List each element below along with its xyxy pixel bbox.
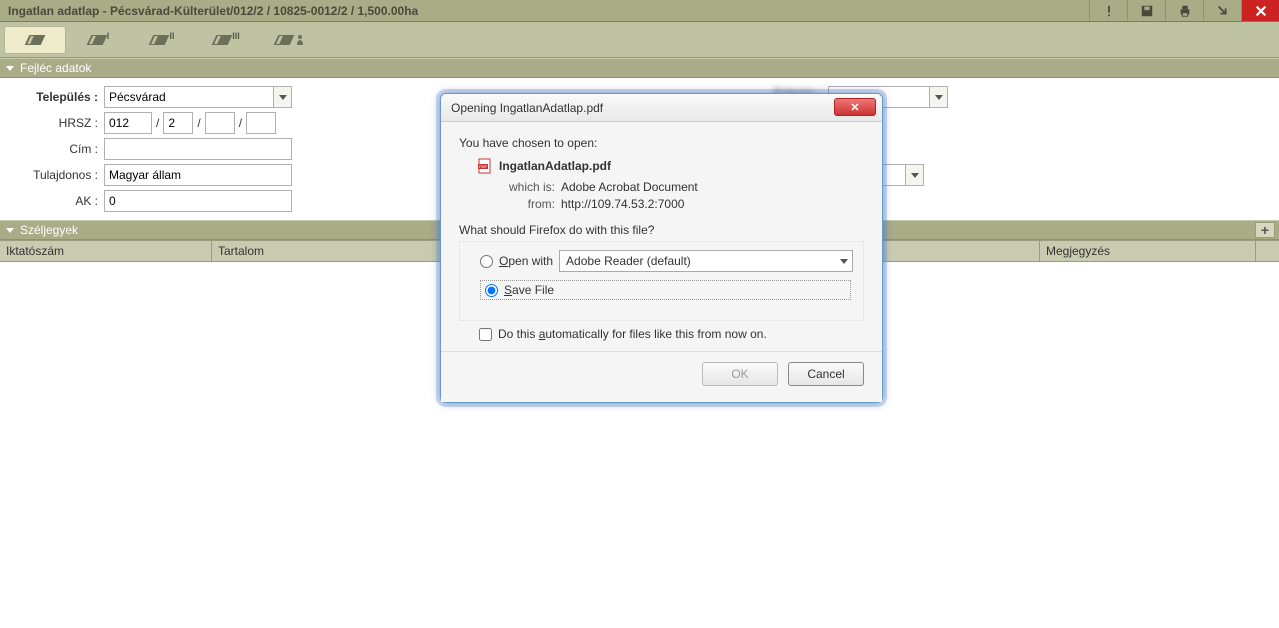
ak-input[interactable] <box>104 190 292 212</box>
label-ak: AK : <box>0 194 104 208</box>
chosen-text: You have chosen to open: <box>459 136 864 150</box>
arrow-down-right-icon[interactable] <box>1203 0 1241 21</box>
tulajdonos-input[interactable] <box>104 164 292 186</box>
hrsz-4[interactable] <box>246 112 276 134</box>
print-icon[interactable] <box>1165 0 1203 21</box>
ok-button[interactable]: OK <box>702 362 778 386</box>
label-tulajdonos: Tulajdonos : <box>0 168 104 182</box>
which-is-value: Adobe Acrobat Document <box>561 180 698 194</box>
pdf-icon: PDF <box>477 158 493 174</box>
from-label: from: <box>499 197 555 211</box>
telepules-input[interactable] <box>104 86 274 108</box>
auto-checkbox[interactable] <box>479 328 492 341</box>
what-should-text: What should Firefox do with this file? <box>459 223 864 237</box>
window-title-bar: Ingatlan adatlap - Pécsvárad-Külterület/… <box>0 0 1279 22</box>
collapse-icon <box>6 228 14 233</box>
section-header-fejlec[interactable]: Fejléc adatok <box>0 58 1279 78</box>
open-with-radio[interactable] <box>480 255 493 268</box>
hrsz-3[interactable] <box>205 112 235 134</box>
tab-5[interactable] <box>260 26 322 54</box>
window-title: Ingatlan adatlap - Pécsvárad-Külterület/… <box>8 4 418 18</box>
app-select[interactable]: Adobe Reader (default) <box>559 250 853 272</box>
col-iktatoszam[interactable]: Iktatószám <box>0 241 212 261</box>
telepules-combo[interactable] <box>104 86 292 108</box>
toolbar: I II III <box>0 22 1279 58</box>
tab-4[interactable]: III <box>196 26 258 54</box>
save-icon[interactable] <box>1127 0 1165 21</box>
filename: IngatlanAdatlap.pdf <box>499 159 611 173</box>
alert-icon[interactable] <box>1089 0 1127 21</box>
tab-3[interactable]: II <box>132 26 194 54</box>
which-is-label: which is: <box>499 180 555 194</box>
tab-1[interactable] <box>4 26 66 54</box>
right-dropdown-1-icon[interactable] <box>930 86 948 108</box>
col-megjegyzes[interactable]: Megjegyzés <box>1040 241 1256 261</box>
close-button[interactable] <box>1241 0 1279 21</box>
label-telepules: Település : <box>0 90 104 104</box>
right-dropdown-3-icon[interactable] <box>906 164 924 186</box>
from-value: http://109.74.53.2:7000 <box>561 197 684 211</box>
dialog-title-bar[interactable]: Opening IngatlanAdatlap.pdf ✕ <box>441 94 882 122</box>
close-x-icon: ✕ <box>850 101 859 114</box>
cim-input[interactable] <box>104 138 292 160</box>
hrsz-2[interactable] <box>163 112 193 134</box>
label-hrsz: HRSZ : <box>0 116 104 130</box>
add-row-button[interactable]: + <box>1255 222 1275 238</box>
open-with-label: Open with <box>499 254 553 268</box>
col-spacer <box>1256 241 1279 261</box>
label-cim: Cím : <box>0 142 104 156</box>
save-file-radio[interactable] <box>485 284 498 297</box>
dialog-body: You have chosen to open: PDF IngatlanAda… <box>441 122 882 402</box>
app-select-value: Adobe Reader (default) <box>566 254 691 268</box>
chevron-down-icon <box>840 259 848 264</box>
save-file-label: Save File <box>504 283 554 297</box>
dialog-close-button[interactable]: ✕ <box>834 98 876 116</box>
tab-2[interactable]: I <box>68 26 130 54</box>
section-title-2: Széljegyek <box>20 223 78 237</box>
hrsz-1[interactable] <box>104 112 152 134</box>
download-dialog: Opening IngatlanAdatlap.pdf ✕ You have c… <box>440 93 883 403</box>
collapse-icon <box>6 66 14 71</box>
radio-group: Open with Adobe Reader (default) Save Fi… <box>459 241 864 321</box>
svg-text:PDF: PDF <box>479 164 488 169</box>
cancel-button[interactable]: Cancel <box>788 362 864 386</box>
auto-label: Do this automatically for files like thi… <box>498 327 767 341</box>
section-title: Fejléc adatok <box>20 61 91 75</box>
window-buttons <box>1089 0 1279 21</box>
telepules-dropdown-icon[interactable] <box>274 86 292 108</box>
dialog-title: Opening IngatlanAdatlap.pdf <box>451 101 603 115</box>
